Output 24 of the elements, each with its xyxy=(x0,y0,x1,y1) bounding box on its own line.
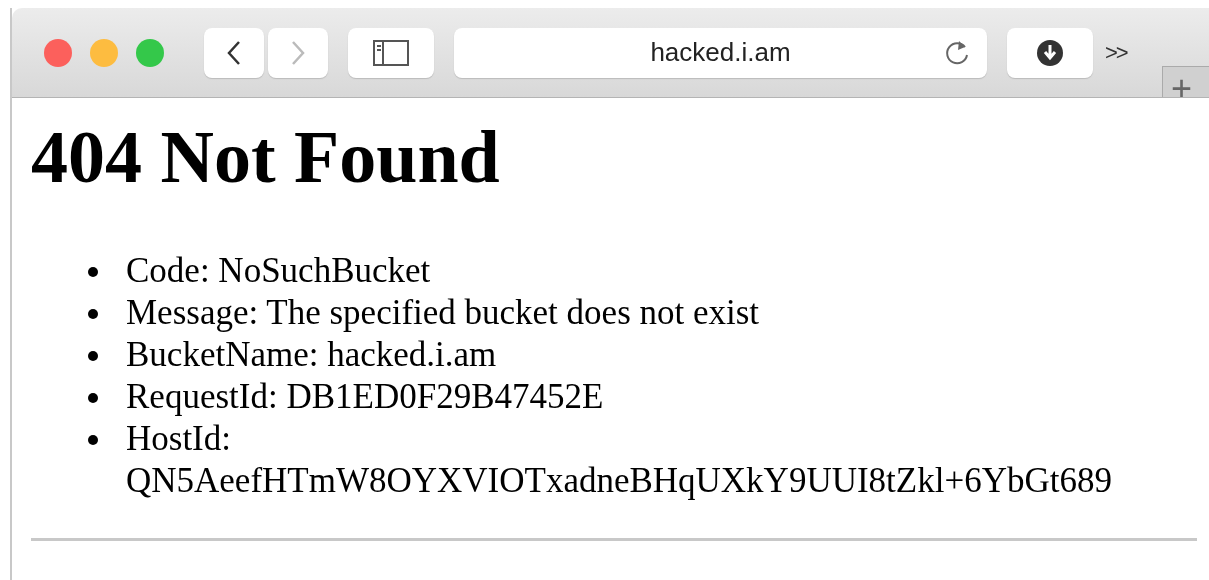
page-heading: 404 Not Found xyxy=(31,116,501,198)
sidebar-icon xyxy=(373,39,409,66)
minimize-button[interactable] xyxy=(90,38,118,67)
back-button[interactable] xyxy=(204,27,264,78)
list-item: RequestId: DB1ED0F29B47452E xyxy=(126,376,604,418)
list-item: BucketName: hacked.i.am xyxy=(126,334,497,376)
close-button[interactable] xyxy=(44,38,72,67)
zoom-button[interactable] xyxy=(136,38,164,67)
list-item: HostId: QN5AeefHTmW8OYXVIOTxadneBHqUXkY9UUI8tZkl+6YbGt689 xyxy=(126,418,1113,502)
list-item: Message: The specified bucket does not exist xyxy=(126,292,760,334)
address-bar[interactable]: hacked.i.am xyxy=(454,27,987,78)
reload-icon xyxy=(945,38,971,67)
bullet-icon xyxy=(88,351,98,361)
sidebar-button[interactable] xyxy=(348,27,434,78)
bullet-icon xyxy=(88,309,98,319)
bullet-icon xyxy=(88,267,98,277)
overflow-button[interactable]: >> xyxy=(1105,39,1127,66)
download-icon xyxy=(1036,38,1064,67)
back-icon xyxy=(227,39,241,66)
downloads-button[interactable] xyxy=(1007,27,1093,78)
bullet-icon xyxy=(88,393,98,403)
forward-icon xyxy=(291,39,305,66)
bullet-icon xyxy=(88,435,98,445)
list-item: Code: NoSuchBucket xyxy=(126,250,431,292)
